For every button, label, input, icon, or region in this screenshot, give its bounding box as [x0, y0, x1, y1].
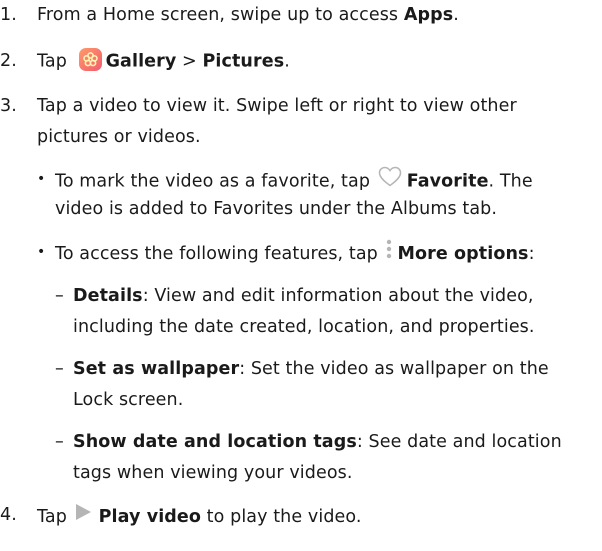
bullet-favorite-line-2: video is added to Favorites under the Al… [55, 199, 498, 219]
gallery-flower-icon [78, 48, 102, 71]
more-options-label: More options [397, 244, 529, 264]
step-number: 3. [0, 96, 17, 116]
bullet-dot: • [37, 244, 46, 260]
subitem-wallpaper-line-2: Lock screen. [73, 390, 184, 410]
subitem-tags-line-2: tags when viewing your videos. [73, 463, 353, 483]
step-text-line-2: pictures or videos. [37, 127, 201, 147]
vertical-dots-icon [386, 239, 392, 265]
dash-marker: – [55, 432, 64, 452]
step-text: From a Home screen, swipe up to access [37, 5, 404, 25]
step-text-line-1: Tap a video to view it. Swipe left or ri… [37, 96, 517, 116]
details-label: Details [73, 286, 143, 306]
step-number: 1. [0, 5, 17, 25]
gallery-label: Gallery [105, 51, 177, 72]
favorite-label: Favorite [406, 171, 489, 192]
bullet-dot: • [37, 171, 46, 187]
instructions-page: 1. From a Home screen, swipe up to acces… [0, 5, 562, 528]
tags-label: Show date and location tags [73, 432, 357, 452]
heart-outline-icon [378, 166, 402, 193]
play-triangle-icon [73, 502, 93, 528]
step-text: Tap [37, 51, 73, 72]
wallpaper-label: Set as wallpaper [73, 359, 240, 379]
step-number: 4. [0, 505, 17, 525]
step-number: 2. [0, 51, 17, 71]
dash-marker: – [55, 359, 64, 379]
pictures-label: Pictures [202, 51, 285, 72]
subitem-details-line-2: including the date created, location, an… [73, 317, 535, 337]
apps-label: Apps [403, 5, 454, 25]
dash-marker: – [55, 286, 64, 306]
play-video-label: Play video [98, 507, 202, 527]
